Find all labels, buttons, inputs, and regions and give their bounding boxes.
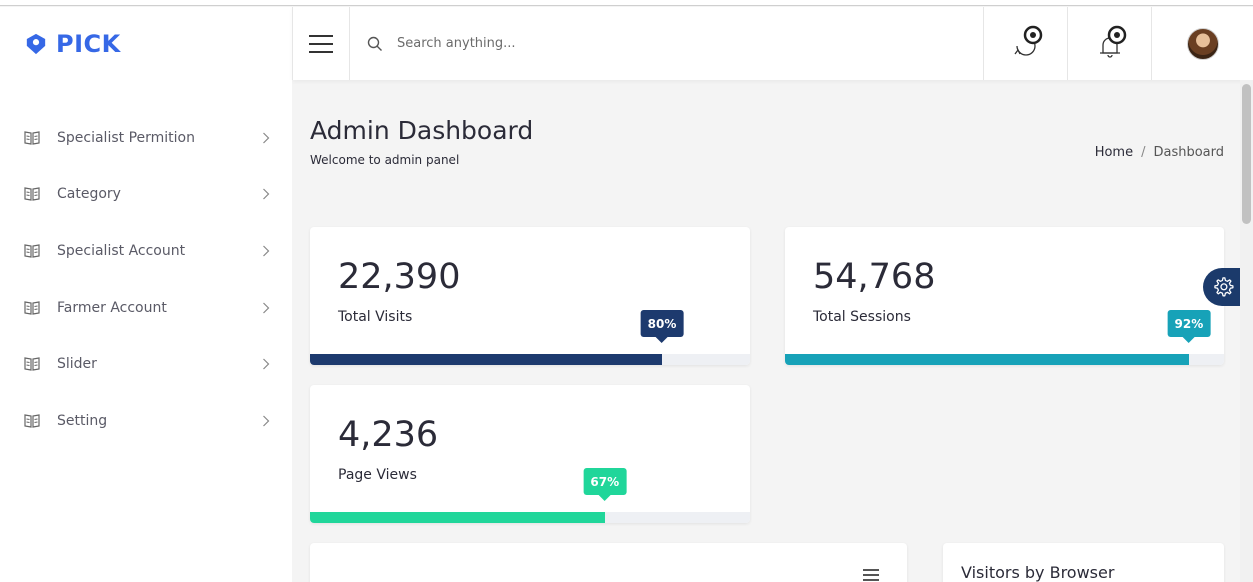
sidebar-item-label: Specialist Permition bbox=[57, 130, 195, 146]
stat-value: 54,768 bbox=[813, 257, 936, 297]
sidebar-item-label: Category bbox=[57, 186, 121, 202]
book-icon bbox=[24, 131, 40, 145]
bell-icon bbox=[1099, 25, 1126, 58]
window-top-strip bbox=[0, 0, 1253, 6]
chevron-right-icon bbox=[263, 132, 270, 144]
brand-logo[interactable]: PICK bbox=[0, 7, 292, 80]
menu-icon-line bbox=[309, 42, 333, 45]
sidebar: Specialist Permition Category Specialist… bbox=[0, 80, 292, 582]
breadcrumb-home-link[interactable]: Home bbox=[1095, 145, 1133, 160]
progress-bar-fill bbox=[310, 354, 662, 365]
stat-card-total-visits: 22,390 Total Visits 80% bbox=[310, 227, 750, 365]
book-icon bbox=[24, 187, 40, 201]
stat-label: Page Views bbox=[338, 467, 417, 483]
book-icon bbox=[24, 301, 40, 315]
chevron-right-icon bbox=[263, 302, 270, 314]
book-icon bbox=[24, 357, 40, 371]
panel-menu-button[interactable] bbox=[863, 569, 879, 581]
progress-bar-fill bbox=[310, 512, 605, 523]
sidebar-item-category[interactable]: Category bbox=[0, 166, 292, 222]
chevron-right-icon bbox=[263, 245, 270, 257]
sync-button[interactable] bbox=[983, 7, 1067, 80]
sidebar-item-setting[interactable]: Setting bbox=[0, 393, 292, 449]
page-subtitle: Welcome to admin panel bbox=[310, 153, 460, 167]
menu-icon-line bbox=[309, 50, 333, 53]
progress-bar-track bbox=[310, 354, 750, 365]
location-pin-icon bbox=[26, 33, 46, 54]
search-icon bbox=[367, 36, 382, 51]
chevron-right-icon bbox=[263, 415, 270, 427]
breadcrumb: Home / Dashboard bbox=[1095, 145, 1224, 160]
breadcrumb-current: Dashboard bbox=[1153, 145, 1224, 160]
profile-button[interactable] bbox=[1151, 7, 1253, 80]
menu-icon-line bbox=[863, 579, 879, 581]
breadcrumb-separator: / bbox=[1141, 145, 1146, 160]
visitors-by-browser-panel: Visitors by Browser bbox=[943, 543, 1224, 582]
sidebar-item-label: Setting bbox=[57, 413, 108, 429]
stat-card-total-sessions: 54,768 Total Sessions 92% bbox=[785, 227, 1224, 365]
stat-card-page-views: 4,236 Page Views 67% bbox=[310, 385, 750, 523]
avatar bbox=[1187, 27, 1219, 60]
menu-icon-line bbox=[863, 569, 879, 571]
sidebar-item-label: Specialist Account bbox=[57, 243, 186, 259]
progress-bar-track bbox=[310, 512, 750, 523]
stat-value: 22,390 bbox=[338, 257, 461, 297]
book-icon bbox=[24, 244, 40, 258]
sidebar-item-label: Farmer Account bbox=[57, 300, 167, 316]
book-icon bbox=[24, 414, 40, 428]
top-bar bbox=[292, 7, 1253, 80]
progress-percent-badge: 67% bbox=[583, 468, 627, 501]
menu-icon-line bbox=[863, 574, 879, 576]
gear-icon bbox=[1214, 277, 1234, 297]
stat-label: Total Visits bbox=[338, 309, 413, 325]
sidebar-item-farmer-account[interactable]: Farmer Account bbox=[0, 280, 292, 336]
sidebar-item-label: Slider bbox=[57, 356, 97, 372]
page-scrollbar[interactable] bbox=[1240, 80, 1253, 582]
panel-title: Visitors by Browser bbox=[961, 563, 1115, 582]
progress-bar-fill bbox=[785, 354, 1189, 365]
brand-name: PICK bbox=[56, 29, 121, 58]
chevron-right-icon bbox=[263, 358, 270, 370]
progress-percent-badge: 92% bbox=[1167, 310, 1211, 343]
stat-label: Total Sessions bbox=[813, 309, 911, 325]
search-bar bbox=[351, 7, 951, 80]
menu-icon-line bbox=[309, 34, 333, 37]
notifications-button[interactable] bbox=[1067, 7, 1151, 80]
chart-panel bbox=[310, 543, 907, 582]
menu-toggle-button[interactable] bbox=[293, 7, 350, 80]
sync-icon bbox=[1013, 25, 1042, 56]
stat-value: 4,236 bbox=[338, 415, 439, 455]
scrollbar-thumb[interactable] bbox=[1242, 84, 1251, 224]
settings-panel-toggle[interactable] bbox=[1203, 268, 1243, 306]
sidebar-item-specialist-account[interactable]: Specialist Account bbox=[0, 223, 292, 279]
chevron-right-icon bbox=[263, 188, 270, 200]
progress-bar-track bbox=[785, 354, 1224, 365]
progress-percent-badge: 80% bbox=[640, 310, 684, 343]
sidebar-item-specialist-permition[interactable]: Specialist Permition bbox=[0, 110, 292, 166]
sidebar-item-slider[interactable]: Slider bbox=[0, 336, 292, 392]
page-title: Admin Dashboard bbox=[310, 116, 534, 145]
search-input[interactable] bbox=[397, 36, 897, 51]
